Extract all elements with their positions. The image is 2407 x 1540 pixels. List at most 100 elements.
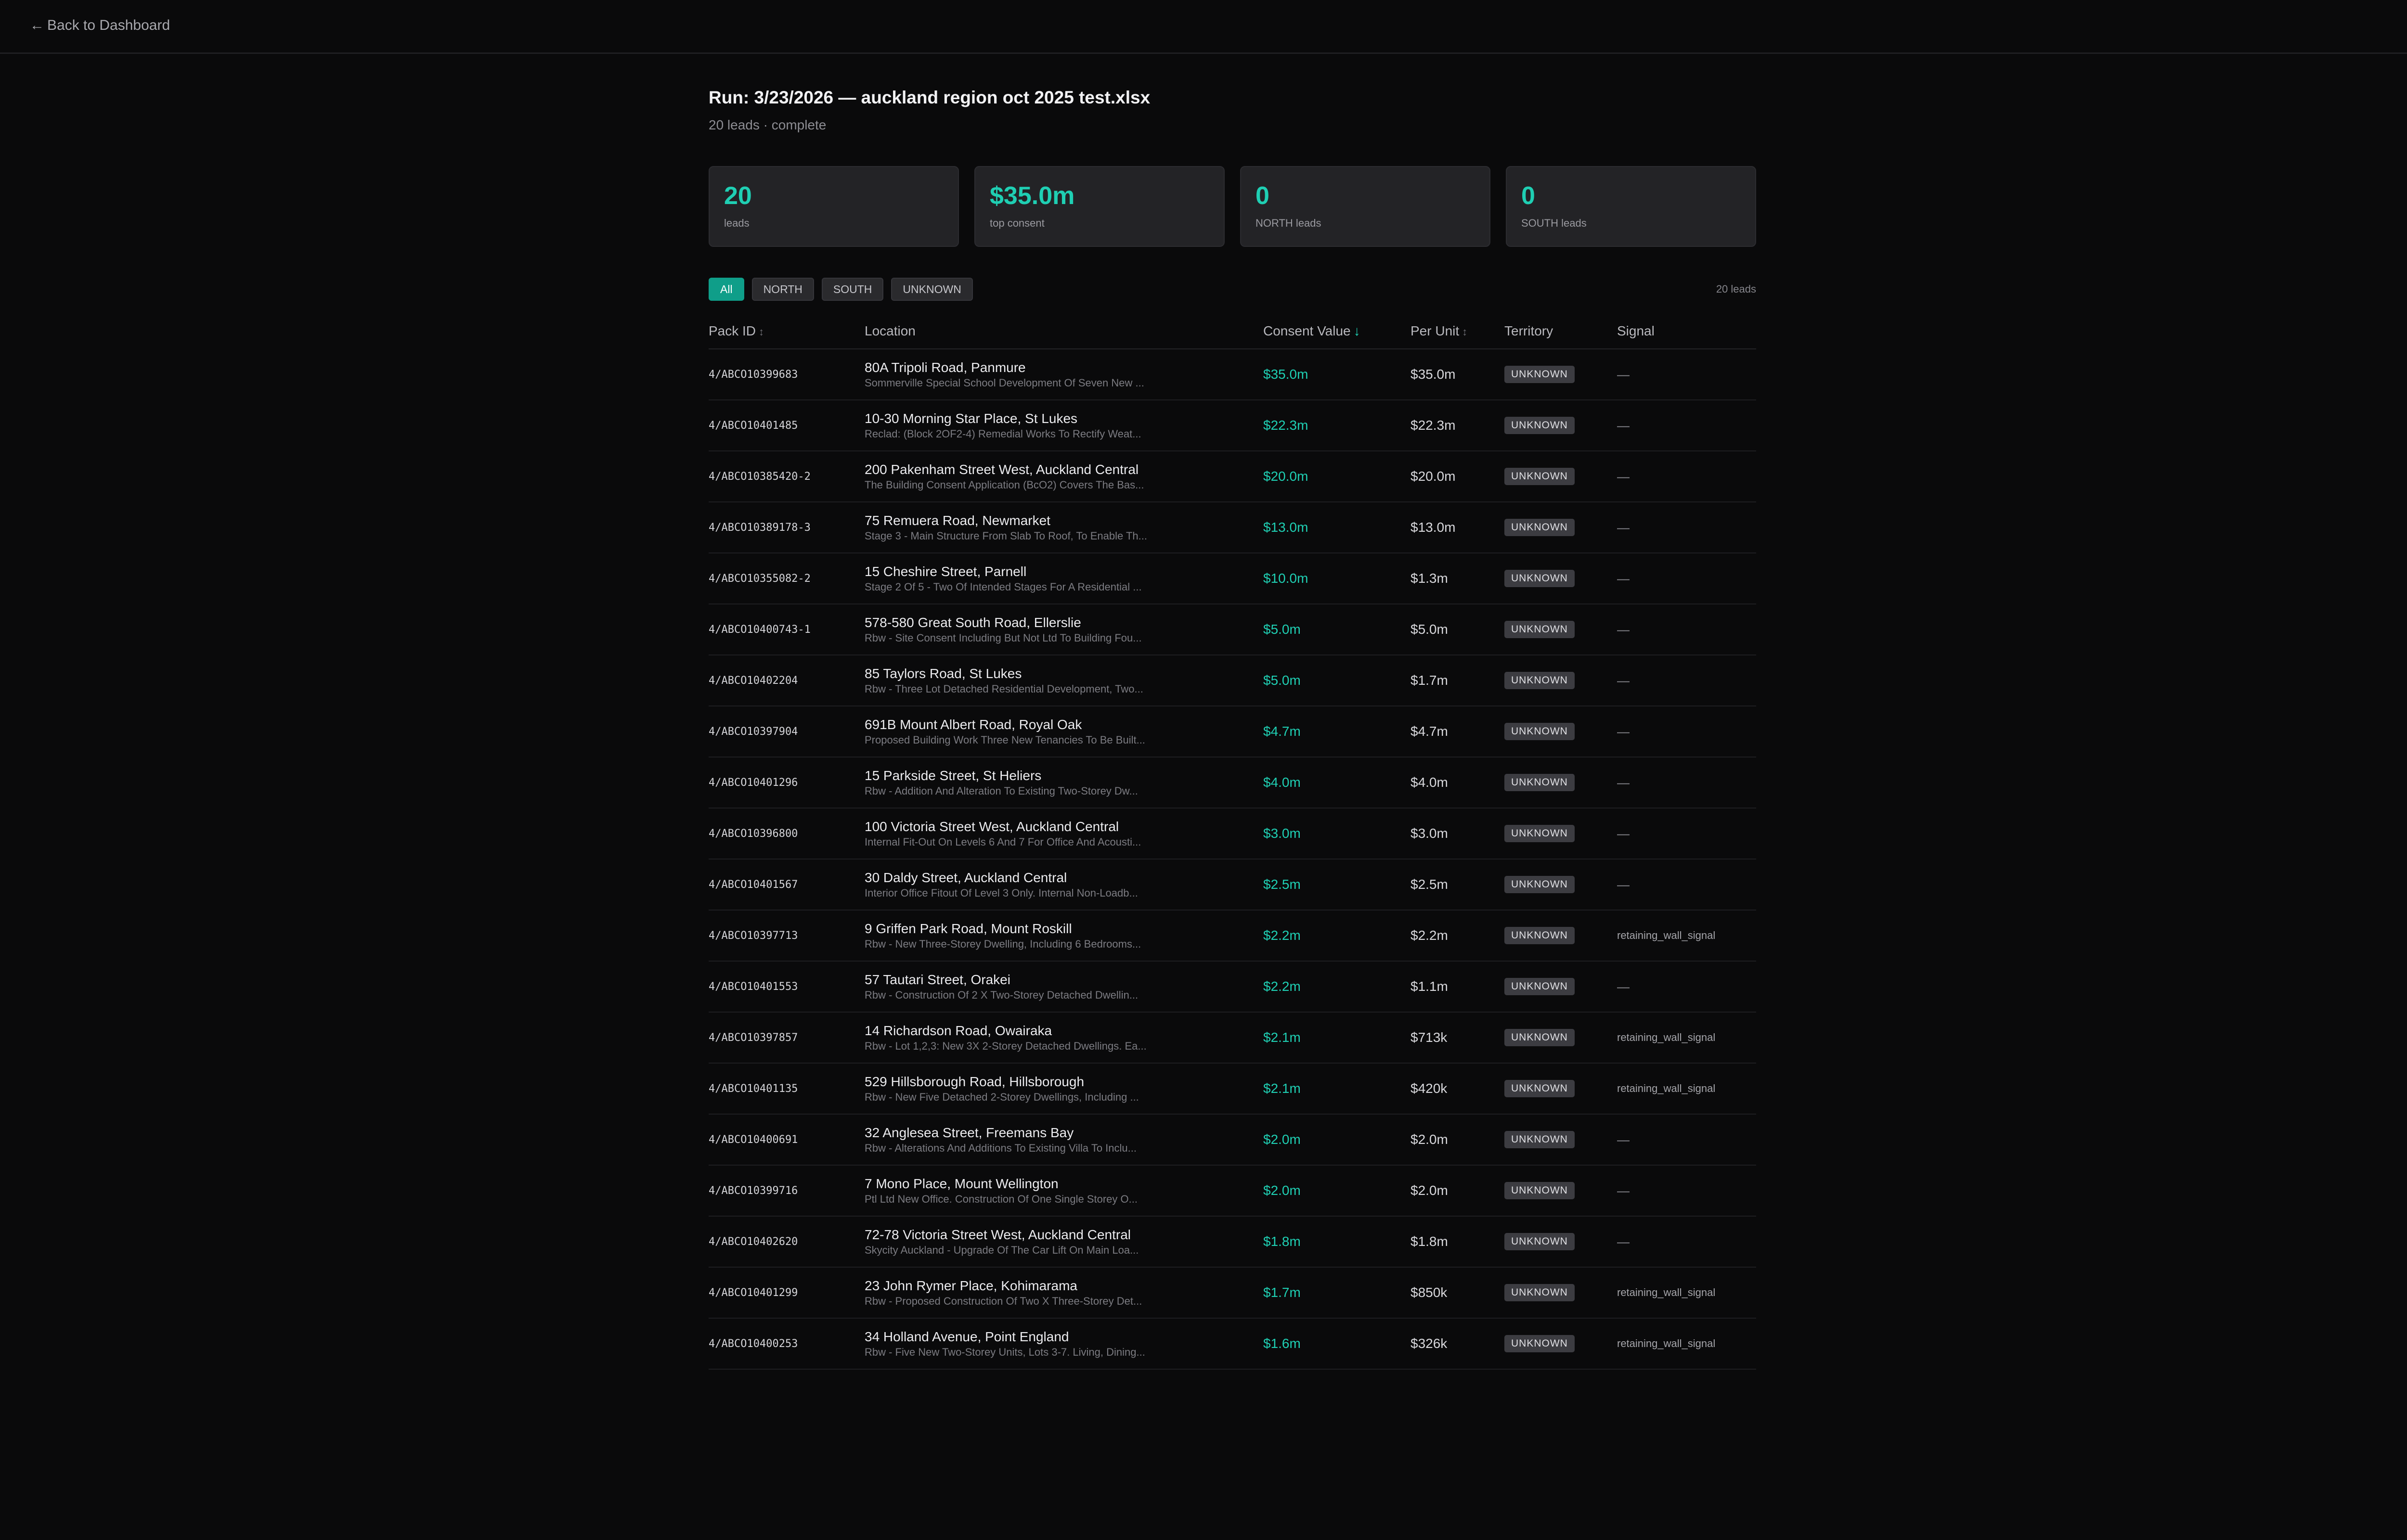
location-address: 75 Remuera Road, Newmarket — [865, 513, 1050, 528]
table-row[interactable]: 4/ABCO10397904 691B Mount Albert Road, Ro… — [709, 706, 1756, 757]
table-row[interactable]: 4/ABCO10401299 23 John Rymer Place, Kohim… — [709, 1267, 1756, 1319]
back-to-dashboard-link[interactable]: ← Back to Dashboard — [30, 17, 170, 34]
territory-cell: UNKNOWN — [1504, 808, 1617, 860]
signal-cell: — — [1617, 706, 1756, 757]
territory-badge: UNKNOWN — [1504, 672, 1575, 689]
page-subtitle: 20 leads · complete — [709, 117, 827, 132]
territory-cell: UNKNOWN — [1504, 1318, 1617, 1370]
column-header-pack-id[interactable]: Pack ID ↕ — [709, 314, 865, 349]
pack-id: 4/ABCO10401135 — [709, 1082, 798, 1095]
table-row[interactable]: 4/ABCO10402204 85 Taylors Road, St Lukes R… — [709, 655, 1756, 706]
per-unit-cell: $420k — [1411, 1063, 1504, 1115]
location-address: 85 Taylors Road, St Lukes — [865, 666, 1022, 681]
territory-cell: UNKNOWN — [1504, 1114, 1617, 1166]
table-row[interactable]: 4/ABCO10389178-3 75 Remuera Road, Newmark… — [709, 502, 1756, 553]
location-cell: 100 Victoria Street West, Auckland Centr… — [865, 808, 1263, 860]
location-address: 14 Richardson Road, Owairaka — [865, 1023, 1052, 1038]
per-unit-value: $1.7m — [1411, 673, 1448, 688]
lead-count: 20 leads — [1716, 283, 1756, 295]
territory-badge: UNKNOWN — [1504, 621, 1575, 638]
per-unit-value: $850k — [1411, 1285, 1448, 1300]
territory-cell: UNKNOWN — [1504, 1216, 1617, 1268]
column-header-per-unit[interactable]: Per Unit ↕ — [1411, 314, 1504, 349]
location-cell: 691B Mount Albert Road, Royal Oak Propose… — [865, 706, 1263, 757]
table-row[interactable]: 4/ABCO10355082-2 15 Cheshire Street, Parn… — [709, 553, 1756, 604]
column-header-consent-value[interactable]: Consent Value ↓ — [1263, 314, 1411, 349]
per-unit-value: $2.0m — [1411, 1132, 1448, 1147]
pack-id-cell: 4/ABCO10400743-1 — [709, 604, 865, 655]
territory-cell: UNKNOWN — [1504, 400, 1617, 451]
table-row[interactable]: 4/ABCO10397857 14 Richardson Road, Owaira… — [709, 1012, 1756, 1064]
consent-value: $20.0m — [1263, 469, 1308, 484]
signal-value: — — [1617, 1234, 1630, 1249]
table-row[interactable]: 4/ABCO10400253 34 Holland Avenue, Point E… — [709, 1318, 1756, 1370]
pack-id-cell: 4/ABCO10399716 — [709, 1165, 865, 1217]
filter-chip-all[interactable]: All — [709, 278, 744, 301]
filter-chip-south[interactable]: SOUTH — [821, 278, 884, 301]
location-description: Rbw - New Five Detached 2-Storey Dwellin… — [865, 1091, 1139, 1103]
location-description: Reclad: (Block 2OF2-4) Remedial Works To… — [865, 428, 1141, 440]
signal-value: retaining_wall_signal — [1617, 929, 1716, 941]
pack-id: 4/ABCO10401296 — [709, 776, 798, 789]
table-row[interactable]: 4/ABCO10399716 7 Mono Place, Mount Wellin… — [709, 1165, 1756, 1217]
consent-value-cell: $4.7m — [1263, 706, 1411, 757]
consent-value: $1.7m — [1263, 1285, 1301, 1300]
table-row[interactable]: 4/ABCO10401553 57 Tautari Street, Orakei R… — [709, 961, 1756, 1013]
table-row[interactable]: 4/ABCO10400691 32 Anglesea Street, Freema… — [709, 1114, 1756, 1166]
column-header-signal: Signal — [1617, 314, 1756, 349]
consent-value: $35.0m — [1263, 367, 1308, 382]
table-row[interactable]: 4/ABCO10401135 529 Hillsborough Road, Hil… — [709, 1063, 1756, 1115]
per-unit-value: $13.0m — [1411, 520, 1456, 535]
per-unit-cell: $4.7m — [1411, 706, 1504, 757]
signal-value: — — [1617, 1132, 1630, 1147]
territory-cell: UNKNOWN — [1504, 859, 1617, 911]
table-row[interactable]: 4/ABCO10385420-2 200 Pakenham Street West… — [709, 451, 1756, 502]
location-cell: 529 Hillsborough Road, Hillsborough Rbw -… — [865, 1063, 1263, 1115]
signal-value: — — [1617, 367, 1630, 382]
pack-id: 4/ABCO10402620 — [709, 1235, 798, 1248]
table-row[interactable]: 4/ABCO10399683 80A Tripoli Road, Panmure S… — [709, 349, 1756, 400]
pack-id: 4/ABCO10400691 — [709, 1133, 798, 1146]
table-row[interactable]: 4/ABCO10401296 15 Parkside Street, St Hel… — [709, 757, 1756, 808]
column-header-label: Territory — [1504, 323, 1553, 338]
filter-chip-north[interactable]: NORTH — [751, 278, 814, 301]
sort-icon: ↕ — [1462, 326, 1468, 338]
per-unit-value: $326k — [1411, 1336, 1448, 1351]
location-description: Stage 3 - Main Structure From Slab To Ro… — [865, 530, 1147, 542]
territory-cell: UNKNOWN — [1504, 604, 1617, 655]
signal-cell: — — [1617, 757, 1756, 808]
sort-desc-icon: ↓ — [1353, 323, 1360, 338]
per-unit-cell: $35.0m — [1411, 349, 1504, 400]
signal-value: — — [1617, 418, 1630, 433]
location-description: Rbw - Site Consent Including But Not Ltd… — [865, 632, 1142, 644]
territory-badge: UNKNOWN — [1504, 1335, 1575, 1352]
table-row[interactable]: 4/ABCO10401567 30 Daldy Street, Auckland … — [709, 859, 1756, 911]
table-row[interactable]: 4/ABCO10397713 9 Griffen Park Road, Mount… — [709, 910, 1756, 962]
consent-value: $3.0m — [1263, 826, 1301, 841]
leads-table: Pack ID ↕ Location Consent Value ↓ Per Uni… — [709, 314, 1756, 1370]
signal-value: retaining_wall_signal — [1617, 1082, 1716, 1094]
consent-value: $4.0m — [1263, 775, 1301, 790]
per-unit-cell: $1.7m — [1411, 655, 1504, 706]
location-description: Internal Fit-Out On Levels 6 And 7 For O… — [865, 836, 1141, 848]
per-unit-cell: $2.0m — [1411, 1114, 1504, 1166]
filter-chip-unknown[interactable]: UNKNOWN — [891, 278, 973, 301]
location-cell: 200 Pakenham Street West, Auckland Centr… — [865, 451, 1263, 502]
location-cell: 23 John Rymer Place, Kohimarama Rbw - Pro… — [865, 1267, 1263, 1319]
pack-id-cell: 4/ABCO10401567 — [709, 859, 865, 911]
territory-badge: UNKNOWN — [1504, 1182, 1575, 1199]
table-row[interactable]: 4/ABCO10396800 100 Victoria Street West, … — [709, 808, 1756, 860]
table-row[interactable]: 4/ABCO10402620 72-78 Victoria Street West… — [709, 1216, 1756, 1268]
signal-value: — — [1617, 877, 1630, 892]
signal-cell: — — [1617, 1165, 1756, 1217]
pack-id-cell: 4/ABCO10402620 — [709, 1216, 865, 1268]
signal-cell: — — [1617, 1216, 1756, 1268]
consent-value-cell: $4.0m — [1263, 757, 1411, 808]
signal-value: — — [1617, 469, 1630, 484]
table-row[interactable]: 4/ABCO10401485 10-30 Morning Star Place, … — [709, 400, 1756, 451]
territory-badge: UNKNOWN — [1504, 1131, 1575, 1148]
consent-value-cell: $2.1m — [1263, 1063, 1411, 1115]
table-row[interactable]: 4/ABCO10400743-1 578-580 Great South Road… — [709, 604, 1756, 655]
territory-cell: UNKNOWN — [1504, 1165, 1617, 1217]
pack-id-cell: 4/ABCO10385420-2 — [709, 451, 865, 502]
